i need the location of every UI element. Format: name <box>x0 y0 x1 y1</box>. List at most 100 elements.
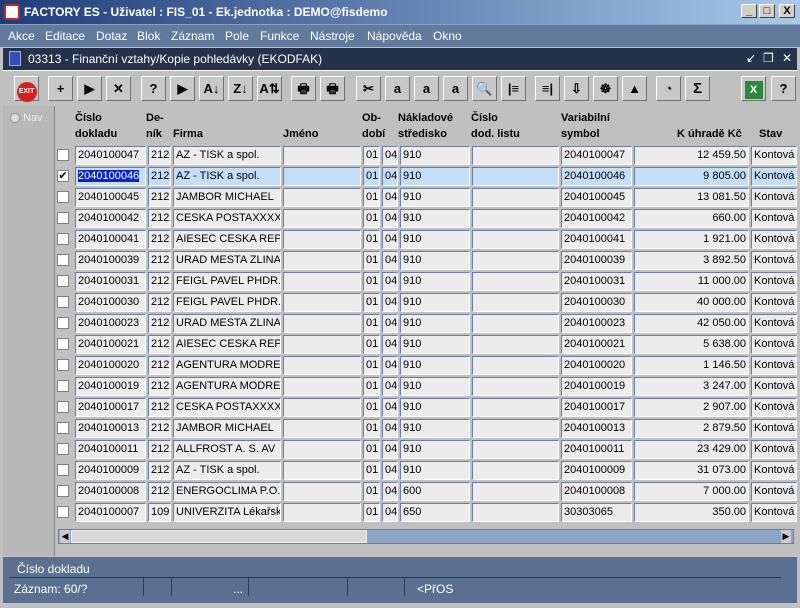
cell-o2[interactable]: 04 <box>382 188 398 207</box>
cell-kuhr[interactable]: 9 805.00 <box>634 167 749 186</box>
cell-str[interactable]: 910 <box>400 314 470 333</box>
cell-jmeno[interactable] <box>283 356 361 375</box>
cell-o2[interactable]: 04 <box>382 356 398 375</box>
row-checkbox[interactable] <box>57 380 69 392</box>
cell-o2[interactable]: 04 <box>382 440 398 459</box>
cell-cislo[interactable]: 2040100019 <box>75 377 146 396</box>
cell-kuhr[interactable]: 2 879.50 <box>634 419 749 438</box>
cell-firma[interactable]: UNIVERZITA Lékařská <box>173 503 281 522</box>
cell-cislo[interactable]: 2040100039 <box>75 251 146 270</box>
cell-jmeno[interactable] <box>283 209 361 228</box>
menu-funkce[interactable]: Funkce <box>260 29 299 43</box>
cell-o2[interactable]: 04 <box>382 146 398 165</box>
cell-dod[interactable] <box>472 209 559 228</box>
cell-var[interactable]: 2040100023 <box>561 314 632 333</box>
cell-kuhr[interactable]: 7 000.00 <box>634 482 749 501</box>
cell-denik[interactable]: 212 <box>148 335 171 354</box>
cell-firma[interactable]: JAMBOR MICHAEL <box>173 419 281 438</box>
menu-editace[interactable]: Editace <box>45 29 85 43</box>
cell-denik[interactable]: 212 <box>148 440 171 459</box>
cell-stav[interactable]: Kontová <box>751 419 797 438</box>
row-checkbox[interactable] <box>57 338 69 350</box>
cell-o1[interactable]: 01 <box>363 251 380 270</box>
minimize-button[interactable]: _ <box>741 4 757 18</box>
cell-o2[interactable]: 04 <box>382 209 398 228</box>
cell-denik[interactable]: 212 <box>148 356 171 375</box>
cell-stav[interactable]: Kontová <box>751 293 797 312</box>
cell-o1[interactable]: 01 <box>363 440 380 459</box>
row-checkbox[interactable] <box>57 149 69 161</box>
cell-cislo[interactable]: 2040100031 <box>75 272 146 291</box>
cell-str[interactable]: 910 <box>400 167 470 186</box>
row-checkbox[interactable] <box>57 485 69 497</box>
cell-jmeno[interactable] <box>283 188 361 207</box>
cell-firma[interactable]: FEIGL PAVEL PHDR. <box>173 293 281 312</box>
cell-cislo[interactable]: 2040100041 <box>75 230 146 249</box>
cell-stav[interactable]: Kontová <box>751 188 797 207</box>
cell-stav[interactable]: Kontová <box>751 398 797 417</box>
cell-str[interactable]: 910 <box>400 398 470 417</box>
row-checkbox[interactable] <box>57 464 69 476</box>
cell-firma[interactable]: URAD MESTA ZLINA <box>173 314 281 333</box>
cell-o2[interactable]: 04 <box>382 503 398 522</box>
row-checkbox[interactable] <box>57 275 69 287</box>
paste-special-button[interactable]: a <box>443 76 468 101</box>
wheel-button[interactable]: ☸ <box>593 76 618 101</box>
cell-jmeno[interactable] <box>283 419 361 438</box>
cell-cislo[interactable]: 2040100021 <box>75 335 146 354</box>
menu-blok[interactable]: Blok <box>137 29 160 43</box>
cell-o1[interactable]: 01 <box>363 419 380 438</box>
cell-jmeno[interactable] <box>283 167 361 186</box>
menu-pole[interactable]: Pole <box>225 29 249 43</box>
cell-firma[interactable]: AZ - TISK a spol. <box>173 461 281 480</box>
cell-cislo[interactable]: 2040100045 <box>75 188 146 207</box>
cell-denik[interactable]: 212 <box>148 146 171 165</box>
cell-denik[interactable]: 212 <box>148 314 171 333</box>
cell-jmeno[interactable] <box>283 272 361 291</box>
cell-cislo[interactable]: 2040100008 <box>75 482 146 501</box>
cell-dod[interactable] <box>472 419 559 438</box>
cell-stav[interactable]: Kontová <box>751 314 797 333</box>
cell-denik[interactable]: 212 <box>148 419 171 438</box>
cell-o1[interactable]: 01 <box>363 503 380 522</box>
import-button[interactable]: ⇩ <box>564 76 589 101</box>
cell-o2[interactable]: 04 <box>382 461 398 480</box>
cell-var[interactable]: 30303065 <box>561 503 632 522</box>
sum-button[interactable]: Σ <box>685 76 710 101</box>
row-checkbox[interactable] <box>57 317 69 329</box>
horizontal-scrollbar[interactable]: ◀ ▶ <box>58 529 794 544</box>
cell-cislo[interactable]: 2040100020 <box>75 356 146 375</box>
cell-str[interactable]: 910 <box>400 419 470 438</box>
cell-firma[interactable]: ENERGOCLIMA P.O.B <box>173 482 281 501</box>
row-checkbox[interactable] <box>57 506 69 518</box>
cell-firma[interactable]: AGENTURA MODRE S <box>173 377 281 396</box>
cell-kuhr[interactable]: 23 429.00 <box>634 440 749 459</box>
cell-o1[interactable]: 01 <box>363 167 380 186</box>
cell-stav[interactable]: Kontová <box>751 440 797 459</box>
row-checkbox[interactable] <box>57 359 69 371</box>
cell-denik[interactable]: 212 <box>148 230 171 249</box>
cell-jmeno[interactable] <box>283 482 361 501</box>
cell-firma[interactable]: CESKA POSTAXXXXX <box>173 209 281 228</box>
cell-var[interactable]: 2040100042 <box>561 209 632 228</box>
cell-denik[interactable]: 212 <box>148 188 171 207</box>
cell-dod[interactable] <box>472 188 559 207</box>
cell-kuhr[interactable]: 31 073.00 <box>634 461 749 480</box>
cell-o1[interactable]: 01 <box>363 461 380 480</box>
cell-cislo[interactable]: 2040100046 <box>75 167 146 186</box>
cell-stav[interactable]: Kontová <box>751 356 797 375</box>
cell-jmeno[interactable] <box>283 251 361 270</box>
cell-jmeno[interactable] <box>283 377 361 396</box>
cell-cislo[interactable]: 2040100013 <box>75 419 146 438</box>
cell-firma[interactable]: AZ - TISK a spol. <box>173 146 281 165</box>
cell-dod[interactable] <box>472 398 559 417</box>
copy-button[interactable]: a <box>385 76 410 101</box>
cell-stav[interactable]: Kontová <box>751 377 797 396</box>
row-checkbox[interactable] <box>57 422 69 434</box>
row-checkbox[interactable]: ✔ <box>57 170 69 182</box>
row-checkbox[interactable] <box>57 233 69 245</box>
cell-str[interactable]: 910 <box>400 293 470 312</box>
cell-str[interactable]: 600 <box>400 482 470 501</box>
cell-var[interactable]: 2040100009 <box>561 461 632 480</box>
cell-o1[interactable]: 01 <box>363 272 380 291</box>
